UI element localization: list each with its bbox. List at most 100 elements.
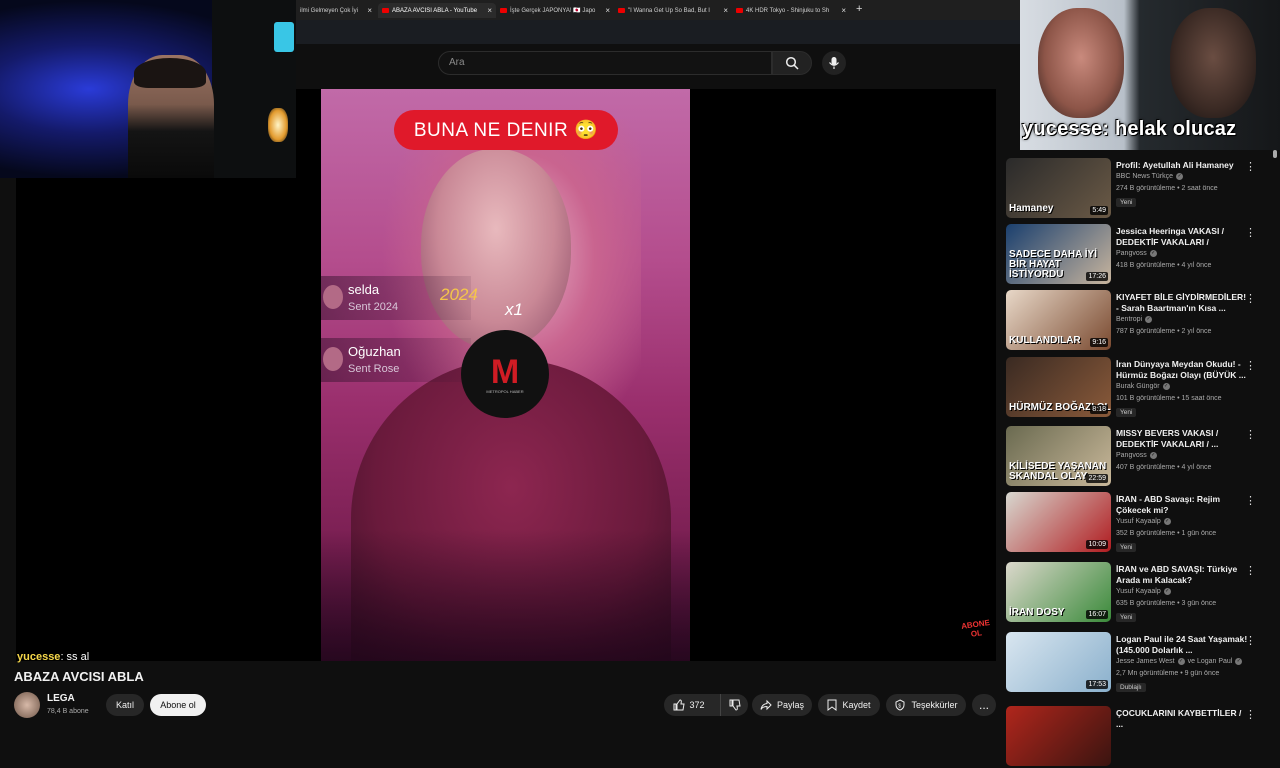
- browser-tab[interactable]: ilmi Gelmeyen Çok İyi ×: [296, 3, 376, 18]
- youtube-icon: [382, 8, 389, 13]
- video-thumbnail[interactable]: KİLİSEDE YAŞANAN SKANDAL OLAY 22:59: [1006, 426, 1111, 486]
- super-thanks-icon: $: [895, 699, 905, 711]
- search-icon: [785, 56, 799, 70]
- avatar: [323, 285, 343, 309]
- youtube-icon: [736, 8, 743, 13]
- close-icon[interactable]: ×: [723, 6, 728, 15]
- verified-icon: ✓: [1149, 250, 1157, 257]
- like-dislike-group: 372: [664, 694, 748, 716]
- recommended-channel[interactable]: Bentropi ✓: [1116, 316, 1153, 323]
- search-button[interactable]: [772, 51, 812, 75]
- tab-title: ilmi Gelmeyen Çok İyi: [300, 7, 359, 14]
- recommended-video[interactable]: 17:53 Logan Paul ile 24 Saat Yaşamak! (14…: [1006, 632, 1272, 694]
- more-options-icon[interactable]: ⋮: [1245, 226, 1256, 239]
- recommended-video[interactable]: KULLANDILAR 9:16 KIYAFET BİLE GİYDİRMEDİLE…: [1006, 290, 1272, 352]
- close-icon[interactable]: ×: [367, 6, 372, 15]
- gift-count: x1: [505, 300, 523, 319]
- recommended-channel[interactable]: BBC News Türkçe ✓: [1116, 173, 1184, 180]
- verified-icon: ✓: [1163, 588, 1171, 595]
- view-count-and-age: 635 B görüntüleme • 3 gün önce: [1116, 600, 1217, 607]
- video-duration: 16:07: [1086, 610, 1108, 619]
- video-thumbnail[interactable]: Hamaney 5:49: [1006, 158, 1111, 218]
- recommended-channel[interactable]: Jesse James West ✓ ve Logan Paul ✓: [1116, 658, 1243, 665]
- voice-search-button[interactable]: [822, 51, 846, 75]
- recommended-channel[interactable]: Burak Güngör ✓: [1116, 383, 1170, 390]
- recommended-video[interactable]: 10:09 İRAN - ABD Savaşı: Rejim Çökecek mi…: [1006, 492, 1272, 554]
- save-label: Kaydet: [842, 700, 871, 710]
- channel-label: ve Logan Paul: [1187, 658, 1233, 665]
- recommended-channel[interactable]: Pangvoss ✓: [1116, 250, 1157, 257]
- more-options-icon[interactable]: ⋮: [1245, 160, 1256, 173]
- video-thumbnail[interactable]: 10:09: [1006, 492, 1111, 552]
- more-options-icon[interactable]: ⋮: [1245, 494, 1256, 507]
- video-thumbnail[interactable]: İRAN DOSY 16:07: [1006, 562, 1111, 622]
- browser-tab-active[interactable]: ABAZA AVCISI ABLA - YouTube ×: [378, 3, 496, 18]
- new-badge: Yeni: [1116, 408, 1137, 417]
- thanks-button[interactable]: $ Teşekkürler: [886, 694, 966, 716]
- new-badge: Yeni: [1116, 198, 1137, 207]
- view-count-and-age: 274 B görüntüleme • 2 saat önce: [1116, 185, 1218, 192]
- recommended-video-title[interactable]: İRAN ve ABD SAVAŞI: Türkiye Arada mı Kal…: [1116, 564, 1248, 586]
- more-options-icon[interactable]: ⋮: [1245, 564, 1256, 577]
- channel-label: Pangvoss: [1116, 250, 1147, 257]
- video-thumbnail[interactable]: HÜRMÜZ BOĞAZI OL 8:18: [1006, 357, 1111, 417]
- video-thumbnail[interactable]: [1006, 706, 1111, 766]
- recommended-video-title[interactable]: ÇOCUKLARINI KAYBETTİLER / ...: [1116, 708, 1248, 730]
- verified-icon: ✓: [1235, 658, 1243, 665]
- join-button[interactable]: Katıl: [106, 694, 144, 716]
- more-options-icon[interactable]: ⋮: [1245, 292, 1256, 305]
- subscribe-button[interactable]: Abone ol: [150, 694, 206, 716]
- recommended-video[interactable]: Hamaney 5:49 Profil: Ayetullah Ali Hamaney…: [1006, 158, 1272, 220]
- gift-label: Sent Rose: [348, 363, 400, 375]
- logo-letter: M: [490, 352, 520, 391]
- like-button[interactable]: 372: [664, 694, 714, 716]
- close-icon[interactable]: ×: [841, 6, 846, 15]
- tab-title: İşte Gerçek JAPONYA! 🇯🇵 Japo: [510, 8, 596, 14]
- recommended-video-title[interactable]: KIYAFET BİLE GİYDİRMEDİLER! - Sarah Baar…: [1116, 292, 1248, 314]
- gift-sender: Oğuzhan: [348, 344, 401, 359]
- recommended-channel[interactable]: Yusuf Kayaalp ✓: [1116, 518, 1171, 525]
- new-tab-button[interactable]: +: [856, 3, 862, 15]
- view-count-and-age: 352 B görüntüleme • 1 gün önce: [1116, 530, 1217, 537]
- recommended-video-title[interactable]: Jessica Heeringa VAKASI / DEDEKTİF VAKAL…: [1116, 226, 1248, 248]
- channel-avatar[interactable]: [14, 692, 40, 718]
- save-button[interactable]: Kaydet: [818, 694, 880, 716]
- streamer-webcam: [0, 0, 296, 178]
- youtube-icon: [500, 8, 507, 13]
- recommended-video[interactable]: HÜRMÜZ BOĞAZI OL 8:18 İran Dünyaya Meydan …: [1006, 357, 1272, 419]
- search-input[interactable]: Ara: [438, 51, 772, 75]
- share-button[interactable]: Paylaş: [752, 694, 812, 716]
- channel-label: Bentropi: [1116, 316, 1143, 323]
- like-count: 372: [689, 700, 705, 710]
- recommended-video-title[interactable]: İRAN - ABD Savaşı: Rejim Çökecek mi?: [1116, 494, 1248, 516]
- browser-tab[interactable]: İşte Gerçek JAPONYA! 🇯🇵 Japo ×: [496, 3, 614, 18]
- more-options-icon[interactable]: ⋮: [1245, 359, 1256, 372]
- recommended-video-title[interactable]: Profil: Ayetullah Ali Hamaney: [1116, 160, 1248, 171]
- recommended-video[interactable]: SADECE DAHA İYİ BİR HAYAT İSTİYORDU 17:26…: [1006, 224, 1272, 286]
- recommended-channel[interactable]: Pangvoss ✓: [1116, 452, 1157, 459]
- verified-icon: ✓: [1149, 452, 1157, 459]
- recommended-video[interactable]: KİLİSEDE YAŞANAN SKANDAL OLAY 22:59 MISSY …: [1006, 426, 1272, 488]
- close-icon[interactable]: ×: [487, 6, 492, 15]
- browser-tab[interactable]: "I Wanna Get Up So Bad, But I ×: [614, 3, 732, 18]
- recommended-video[interactable]: ÇOCUKLARINI KAYBETTİLER / ... ⋮: [1006, 706, 1272, 768]
- recommended-video[interactable]: İRAN DOSY 16:07 İRAN ve ABD SAVAŞI: Türkiy…: [1006, 562, 1272, 624]
- video-thumbnail[interactable]: SADECE DAHA İYİ BİR HAYAT İSTİYORDU 17:26: [1006, 224, 1111, 284]
- video-thumbnail[interactable]: KULLANDILAR 9:16: [1006, 290, 1111, 350]
- close-icon[interactable]: ×: [605, 6, 610, 15]
- video-thumbnail[interactable]: 17:53: [1006, 632, 1111, 692]
- more-options-icon[interactable]: ⋮: [1245, 634, 1256, 647]
- recommended-video-title[interactable]: MISSY BEVERS VAKASI / DEDEKTİF VAKALARI …: [1116, 428, 1248, 450]
- scrollbar[interactable]: [1273, 150, 1277, 158]
- recommended-video-title[interactable]: İran Dünyaya Meydan Okudu! - Hürmüz Boğa…: [1116, 359, 1248, 381]
- browser-tab[interactable]: 4K HDR Tokyo - Shinjuku to Sh ×: [732, 3, 850, 18]
- chat-text: : ss al: [60, 651, 90, 663]
- recommended-channel[interactable]: Yusuf Kayaalp ✓: [1116, 588, 1171, 595]
- more-options-icon[interactable]: ⋮: [1245, 708, 1256, 721]
- more-actions-button[interactable]: ...: [972, 694, 996, 716]
- dislike-button[interactable]: [720, 694, 748, 716]
- browser-toolbar: [296, 20, 1020, 44]
- more-options-icon[interactable]: ⋮: [1245, 428, 1256, 441]
- recommended-video-title[interactable]: Logan Paul ile 24 Saat Yaşamak! (145.000…: [1116, 634, 1248, 656]
- channel-name[interactable]: LEGA: [47, 693, 75, 704]
